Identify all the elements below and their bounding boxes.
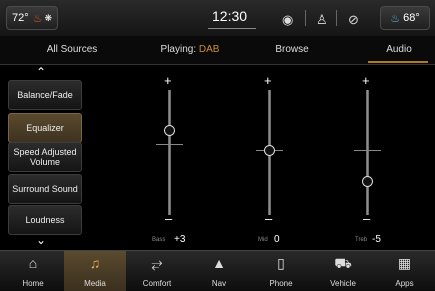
bass-center-mark	[156, 144, 183, 145]
treble-label: Treb	[355, 237, 368, 243]
bass-value: +3	[174, 234, 186, 245]
nav-nav[interactable]: ▲ Nav	[188, 251, 250, 291]
driver-temperature: 72°	[11, 12, 29, 24]
nav-comfort[interactable]: ⥂ Comfort	[126, 251, 188, 291]
clock: 12:30	[212, 8, 248, 24]
tab-all-sources[interactable]: All Sources	[32, 44, 112, 55]
mid-decrease-icon[interactable]: –	[265, 211, 272, 226]
nav-nav-label: Nav	[211, 279, 227, 288]
bass-slider-knob[interactable]	[164, 125, 175, 136]
bass-increase-icon[interactable]: +	[164, 73, 172, 88]
tab-now-playing[interactable]: Playing: DAB	[140, 44, 240, 55]
nav-home[interactable]: ⌂ Home	[2, 251, 64, 291]
car-icon: ⛟	[334, 255, 352, 271]
menu-equalizer[interactable]: Equalizer	[8, 113, 82, 143]
user-icon[interactable]: ♙	[316, 12, 328, 28]
treble-decrease-icon[interactable]: –	[363, 211, 370, 226]
nav-home-label: Home	[22, 279, 44, 288]
nav-phone-label: Phone	[269, 279, 293, 288]
mid-label: Mid	[258, 237, 268, 243]
navigation-arrow-icon: ▲	[212, 255, 226, 271]
now-playing-label: Playing:	[160, 44, 197, 55]
treble-increase-icon[interactable]: +	[362, 73, 370, 88]
music-note-icon: ♫	[89, 255, 101, 271]
bass-decrease-icon[interactable]: –	[165, 211, 172, 226]
no-wifi-icon[interactable]: ⊘	[348, 12, 359, 28]
passenger-temperature: 68°	[403, 12, 420, 24]
fan-icon: ❋	[44, 12, 53, 23]
settings-icon[interactable]: ◉	[282, 12, 293, 28]
menu-surround-sound[interactable]: Surround Sound	[8, 174, 82, 204]
passenger-climate-button[interactable]: ♨ 68°	[380, 6, 430, 30]
phone-icon: ▯	[277, 255, 285, 271]
bottom-nav: ⌂ Home ♫ Media ⥂ Comfort ▲ Nav ▯ Phone ⛟…	[0, 250, 435, 291]
driver-climate-button[interactable]: 72° ♨ ❋	[6, 6, 58, 30]
tab-browse[interactable]: Browse	[262, 44, 322, 55]
seat-icon: ⥂	[151, 255, 163, 271]
mid-slider-knob[interactable]	[264, 145, 275, 156]
active-tab-indicator	[368, 61, 428, 63]
nav-phone[interactable]: ▯ Phone	[250, 251, 312, 291]
bass-label: Bass	[152, 237, 166, 243]
divider	[336, 10, 337, 26]
menu-loudness[interactable]: Loudness	[8, 205, 82, 235]
treble-center-mark	[354, 150, 381, 151]
scroll-down-icon[interactable]: ⌄	[36, 233, 46, 247]
nav-vehicle[interactable]: ⛟ Vehicle	[312, 251, 374, 291]
nav-apps[interactable]: ▦ Apps	[374, 251, 435, 291]
nav-media-label: Media	[84, 279, 106, 288]
now-playing-source: DAB	[198, 44, 220, 55]
seat-heat-right-icon: ♨	[390, 12, 401, 25]
status-bar: 72° ♨ ❋ 12:30 ◉ ♙ ⊘ ♨ 68°	[0, 0, 435, 37]
tab-audio[interactable]: Audio	[370, 44, 428, 55]
grid-icon: ▦	[397, 255, 412, 271]
mid-value: 0	[274, 234, 280, 245]
home-icon: ⌂	[28, 255, 38, 271]
mid-increase-icon[interactable]: +	[264, 73, 272, 88]
nav-apps-label: Apps	[395, 279, 414, 288]
menu-speed-adjusted-volume[interactable]: Speed Adjusted Volume	[8, 142, 82, 172]
seat-heat-icon: ♨	[32, 12, 43, 25]
clock-underline	[208, 28, 256, 29]
treble-slider-knob[interactable]	[362, 176, 373, 187]
scroll-up-icon[interactable]: ⌃	[36, 65, 46, 79]
treble-slider-track[interactable]	[366, 90, 369, 215]
bass-slider-track[interactable]	[168, 90, 171, 215]
menu-balance-fade[interactable]: Balance/Fade	[8, 80, 82, 110]
treble-value: -5	[372, 234, 381, 245]
divider	[305, 10, 306, 26]
nav-comfort-label: Comfort	[142, 279, 172, 288]
nav-vehicle-label: Vehicle	[330, 279, 356, 288]
nav-media[interactable]: ♫ Media	[64, 251, 126, 291]
